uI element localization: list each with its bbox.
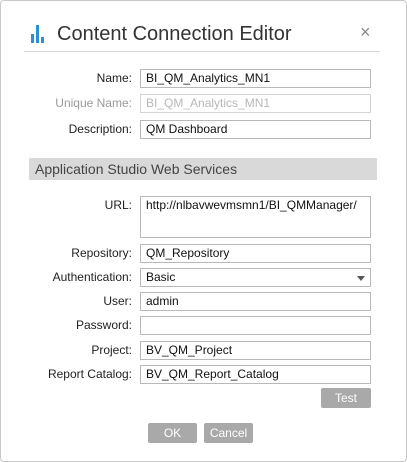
project-field[interactable]: BV_QM_Project [140,341,371,360]
name-field[interactable]: BI_QM_Analytics_MN1 [140,69,371,88]
report-catalog-field[interactable]: BV_QM_Report_Catalog [140,365,371,384]
authentication-select[interactable]: Basic [140,268,371,287]
password-field[interactable] [140,316,371,335]
section-header: Application Studio Web Services [29,158,377,180]
repository-label: Repository: [71,246,132,260]
cancel-button[interactable]: Cancel [204,423,253,443]
url-field[interactable]: http://nlbavwevmsmn1/BI_QMManager/ [140,196,371,238]
description-field[interactable]: QM Dashboard [140,120,371,139]
description-label: Description: [68,122,132,136]
dialog-title: Content Connection Editor [57,23,292,45]
name-label: Name: [96,71,132,85]
url-label: URL: [104,198,132,212]
unique-name-field: BI_QM_Analytics_MN1 [140,94,371,113]
dialog-header: Content Connection Editor × [1,1,406,59]
content-connection-editor-dialog: Content Connection Editor × Name: BI_QM_… [0,0,407,462]
user-label: User: [103,294,132,308]
chevron-down-icon[interactable] [357,276,365,281]
bar-chart-icon [31,25,47,43]
project-label: Project: [91,343,132,357]
user-field[interactable]: admin [140,292,371,311]
authentication-value: Basic [146,270,176,284]
header-divider [24,51,380,52]
test-button[interactable]: Test [321,388,371,408]
unique-name-label: Unique Name: [55,96,132,110]
authentication-label: Authentication: [52,270,132,284]
repository-field[interactable]: QM_Repository [140,244,371,263]
ok-button[interactable]: OK [148,423,197,443]
close-icon[interactable]: × [360,23,371,41]
password-label: Password: [75,318,132,332]
report-catalog-label: Report Catalog: [47,367,132,381]
